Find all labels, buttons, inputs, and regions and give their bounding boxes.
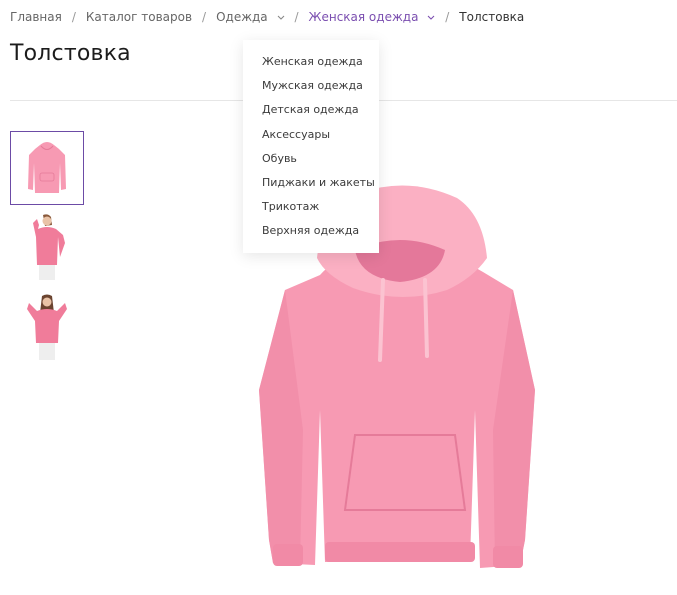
menu-item-outerwear[interactable]: Верхняя одежда (262, 222, 379, 246)
product-page: Главная / Каталог товаров / Одежда / Жен… (0, 0, 677, 595)
menu-item-accessories[interactable]: Аксессуары (262, 126, 379, 150)
breadcrumb: Главная / Каталог товаров / Одежда / Жен… (10, 10, 524, 24)
model-thumbnail-image (33, 214, 65, 280)
thumbnail-model-1[interactable] (10, 211, 84, 285)
breadcrumb-clothing-label: Одежда (216, 10, 268, 24)
breadcrumb-clothing[interactable]: Одежда (216, 10, 284, 24)
thumbnail-front[interactable] (10, 131, 84, 205)
thumbnail-list (10, 131, 84, 371)
hoodie-thumbnail-image (28, 142, 66, 193)
model-thumbnail-image (27, 294, 67, 360)
thumbnail-model-2[interactable] (10, 291, 84, 365)
breadcrumb-separator: / (202, 10, 207, 24)
menu-item-jackets[interactable]: Пиджаки и жакеты (262, 174, 379, 198)
breadcrumb-separator: / (294, 10, 299, 24)
breadcrumb-home[interactable]: Главная (10, 10, 62, 24)
menu-item-mens[interactable]: Мужская одежда (262, 77, 379, 101)
menu-item-shoes[interactable]: Обувь (262, 150, 379, 174)
menu-item-womens[interactable]: Женская одежда (262, 53, 379, 77)
category-dropdown-menu: Женская одежда Мужская одежда Детская од… (243, 40, 379, 253)
chevron-down-icon (277, 15, 284, 20)
breadcrumb-current: Толстовка (459, 10, 525, 24)
breadcrumb-womens[interactable]: Женская одежда (309, 10, 436, 24)
menu-item-knitwear[interactable]: Трикотаж (262, 198, 379, 222)
chevron-down-icon (427, 15, 435, 20)
breadcrumb-separator: / (71, 10, 76, 24)
page-title: Толстовка (10, 41, 131, 66)
breadcrumb-womens-label: Женская одежда (308, 10, 419, 24)
breadcrumb-separator: / (445, 10, 450, 24)
menu-item-kids[interactable]: Детская одежда (262, 101, 379, 125)
breadcrumb-catalog[interactable]: Каталог товаров (86, 10, 192, 24)
